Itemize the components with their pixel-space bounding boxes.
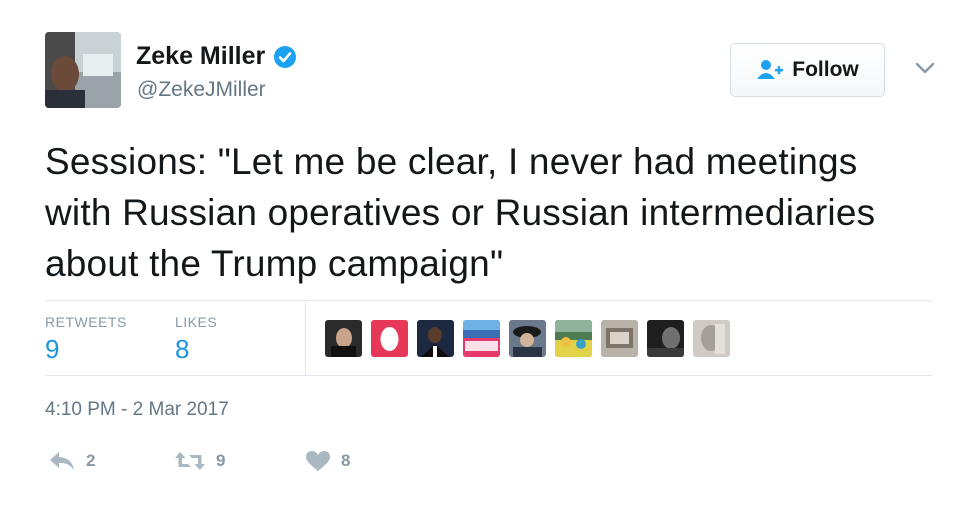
reply-count: 2 [86,451,96,470]
reply-button[interactable]: 2 [48,450,95,472]
liker-avatars [325,320,730,357]
author-handle[interactable]: @ZekeJMiller [137,78,266,102]
like-button[interactable]: 8 [305,450,350,472]
follow-button-label: Follow [792,58,859,81]
retweet-button[interactable]: 9 [174,450,225,472]
retweets-label: RETWEETS [45,314,127,330]
retweets-stat[interactable]: RETWEETS 9 [45,314,127,365]
stats-separator [305,301,306,375]
verified-badge-icon [273,45,297,69]
liker-avatar[interactable] [647,320,684,357]
retweet-icon [175,452,205,470]
tweet-timestamp[interactable]: 4:10 PM - 2 Mar 2017 [45,399,229,421]
retweets-value: 9 [45,334,60,364]
chevron-down-icon[interactable] [913,58,937,78]
follow-button[interactable]: Follow [730,43,885,97]
reply-icon [50,452,74,470]
liker-avatar[interactable] [463,320,500,357]
author-avatar[interactable] [45,32,121,108]
liker-avatar[interactable] [509,320,546,357]
heart-icon [306,451,330,471]
divider [45,300,932,301]
author-name[interactable]: Zeke Miller [136,42,297,71]
like-count: 8 [341,451,351,470]
liker-avatar[interactable] [601,320,638,357]
tweet-text: Sessions: "Let me be clear, I never had … [45,141,876,284]
author-name-text[interactable]: Zeke Miller [136,42,265,71]
liker-avatar[interactable] [693,320,730,357]
liker-avatar[interactable] [371,320,408,357]
add-user-icon [757,60,784,79]
liker-avatar[interactable] [417,320,454,357]
liker-avatar[interactable] [555,320,592,357]
likes-stat[interactable]: LIKES 8 [175,314,217,365]
retweet-count: 9 [216,451,226,470]
likes-value: 8 [175,334,190,364]
likes-label: LIKES [175,314,218,330]
liker-avatar[interactable] [325,320,362,357]
divider [45,375,932,376]
